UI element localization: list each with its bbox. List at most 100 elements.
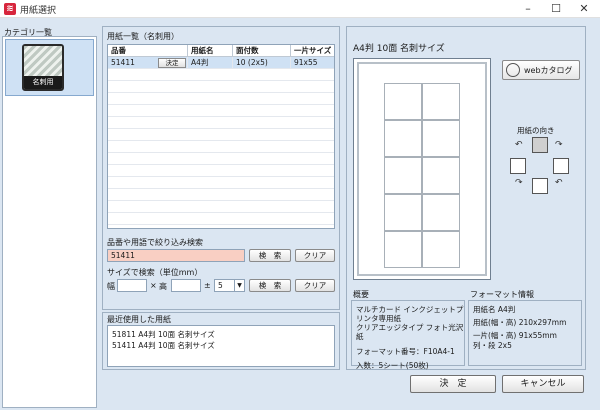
label-cell: [422, 83, 460, 120]
web-catalog-button[interactable]: webカタログ: [502, 60, 580, 80]
preview-panel: A4判 10面 名刺サイズ webカタログ 用紙の向き ↶ ↷ ↷ ↶ 概要 マ…: [346, 26, 586, 370]
recent-item[interactable]: 51811 A4判 10面 名刺サイズ: [112, 329, 215, 340]
tolerance-value: 5: [218, 281, 223, 290]
width-input[interactable]: [117, 279, 147, 292]
format-info-box: フォーマット情報 用紙名 A4判 用紙(幅・高) 210x297mm 一片(幅・…: [468, 289, 582, 367]
orientation-label: 用紙の向き: [517, 126, 555, 135]
minimize-button[interactable]: –: [514, 0, 542, 18]
maximize-button[interactable]: ☐: [542, 0, 570, 18]
label-cell: [384, 83, 422, 120]
table-row: [108, 153, 334, 165]
business-card-icon: 名刺用: [22, 44, 64, 91]
window-title: 用紙選択: [20, 6, 57, 16]
row-decide-button[interactable]: 決定: [158, 58, 186, 68]
summary-line: クリアエッジタイプ フォト光沢: [356, 323, 464, 332]
table-row: [108, 177, 334, 189]
label-cell: [422, 231, 460, 268]
recent-panel: 最近使用した用紙 51811 A4判 10面 名刺サイズ 51411 A4判 1…: [102, 312, 340, 370]
table-row: [108, 117, 334, 129]
summary-content: マルチカード インクジェットプ リンタ専用紙 クリアエッジタイプ フォト光沢 紙…: [351, 300, 465, 370]
rotate-arrow-icon: ↶: [555, 178, 563, 188]
table-header: 品番 用紙名 面付数 一片サイズ: [108, 45, 334, 57]
summary-line: 入数：5シート(50枚): [356, 361, 429, 370]
column-header-name[interactable]: 用紙名: [188, 45, 233, 57]
paper-table: 品番 用紙名 面付数 一片サイズ 51411 決定 A4判 10 (2x5) 9…: [107, 44, 335, 229]
summary-line: 紙: [356, 332, 364, 341]
table-row: [108, 81, 334, 93]
category-item-label: 名刺用: [24, 76, 62, 89]
height-label: 高: [159, 282, 167, 291]
label-cell: [384, 231, 422, 268]
table-row: [108, 141, 334, 153]
table-row[interactable]: 51411 決定 A4判 10 (2x5) 91x55: [108, 57, 334, 69]
recent-list: 51811 A4判 10面 名刺サイズ 51411 A4判 10面 名刺サイズ: [107, 325, 335, 367]
table-row: [108, 201, 334, 213]
table-row: [108, 213, 334, 225]
label-cell: [384, 157, 422, 194]
format-info-line: 列・段 2x5: [473, 341, 512, 350]
table-row: [108, 165, 334, 177]
cancel-button[interactable]: キャンセル: [502, 375, 584, 393]
rotate-arrow-icon: ↷: [555, 140, 563, 150]
format-info-content: 用紙名 A4判 用紙(幅・高) 210x297mm 一片(幅・高) 91x55m…: [468, 300, 582, 366]
cell-code-text: 51411: [111, 58, 135, 67]
table-row: [108, 105, 334, 117]
chevron-down-icon: ▼: [234, 280, 244, 291]
table-row: [108, 93, 334, 105]
preview-box: [353, 58, 491, 280]
landscape-left-button[interactable]: [510, 158, 526, 174]
portrait-up-button[interactable]: [532, 137, 548, 153]
code-search-input[interactable]: 51411: [107, 249, 245, 262]
category-list: 名刺用: [2, 36, 97, 408]
size-clear-button[interactable]: クリア: [295, 279, 335, 292]
landscape-right-button[interactable]: [553, 158, 569, 174]
globe-icon: [506, 63, 520, 77]
table-row: [108, 129, 334, 141]
label-cell: [384, 120, 422, 157]
summary-line: フォーマット番号：F10A4-1: [356, 347, 455, 356]
table-row: [108, 69, 334, 81]
app-icon: ≋: [4, 3, 16, 15]
portrait-down-button[interactable]: [532, 178, 548, 194]
width-label: 幅: [107, 282, 115, 291]
table-row: [108, 189, 334, 201]
preview-sheet: [357, 62, 487, 276]
size-search-label: サイズで検索（単位mm）: [107, 268, 203, 277]
label-cell: [422, 120, 460, 157]
code-clear-button[interactable]: クリア: [295, 249, 335, 262]
format-info-line: 用紙名 A4判: [473, 305, 516, 314]
ok-button[interactable]: 決 定: [410, 375, 496, 393]
format-info-heading: フォーマット情報: [470, 290, 534, 299]
cell-name: A4判: [188, 57, 233, 69]
cell-size: 91x55: [291, 57, 334, 69]
cell-code: 51411 決定: [108, 57, 188, 69]
preview-title: A4判 10面 名刺サイズ: [353, 44, 445, 54]
column-header-code[interactable]: 品番: [108, 45, 188, 57]
rotate-arrow-icon: ↶: [515, 140, 523, 150]
label-cell: [384, 194, 422, 231]
paper-search-panel: 用紙一覧（名刺用） 品番 用紙名 面付数 一片サイズ 51411 決定 A4判 …: [102, 26, 340, 310]
web-catalog-label: webカタログ: [524, 66, 573, 75]
column-header-count[interactable]: 面付数: [233, 45, 291, 57]
close-button[interactable]: ✕: [570, 0, 598, 18]
tolerance-label: ±: [204, 281, 211, 290]
times-label: ×: [150, 281, 157, 290]
title-bar: ≋ 用紙選択 – ☐ ✕: [0, 0, 600, 18]
code-search-button[interactable]: 検 索: [249, 249, 291, 262]
format-info-line: 用紙(幅・高) 210x297mm: [473, 318, 567, 327]
paper-list-heading: 用紙一覧（名刺用）: [107, 32, 179, 41]
column-header-size[interactable]: 一片サイズ: [291, 45, 334, 57]
height-input[interactable]: [171, 279, 201, 292]
category-item-business-card[interactable]: 名刺用: [5, 39, 94, 96]
recent-item[interactable]: 51411 A4判 10面 名刺サイズ: [112, 340, 215, 351]
size-search-button[interactable]: 検 索: [249, 279, 291, 292]
code-search-label: 品番や用語で絞り込み検索: [107, 238, 203, 247]
tolerance-select[interactable]: 5 ▼: [214, 279, 245, 292]
summary-heading: 概要: [353, 290, 369, 299]
summary-box: 概要 マルチカード インクジェットプ リンタ専用紙 クリアエッジタイプ フォト光…: [351, 289, 465, 370]
card-photo-icon: [24, 46, 62, 76]
label-cell: [422, 157, 460, 194]
recent-heading: 最近使用した用紙: [107, 315, 171, 324]
rotate-arrow-icon: ↷: [515, 178, 523, 188]
cell-count: 10 (2x5): [233, 57, 291, 69]
